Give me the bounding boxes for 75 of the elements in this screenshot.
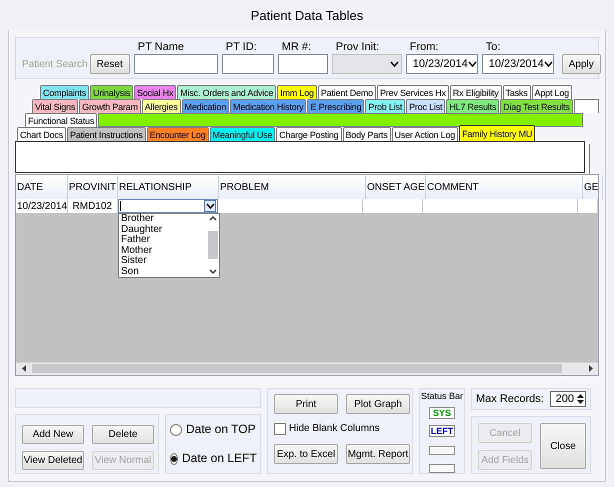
horizontal-scrollbar[interactable] [16,362,598,375]
field-label: Prov Init: [334,41,380,53]
hide-blank-columns-checkbox[interactable]: Hide Blank Columns [274,419,410,438]
vertical-scrollbar[interactable] [207,214,219,277]
tab[interactable]: Complaints [40,85,90,99]
apply-button[interactable]: Apply [562,54,601,74]
tab-panel-edge [574,99,599,113]
status-slot [429,446,455,455]
tab[interactable]: E Prescribing [307,99,364,113]
tab[interactable]: Rx Eligibility [450,85,502,99]
tab[interactable]: Urinalysis [90,85,134,99]
tab[interactable]: Charge Posting [276,127,342,141]
delete-button[interactable]: Delete [92,425,154,444]
tab[interactable]: Chart Docs [17,127,66,141]
tab[interactable]: Allergies [142,99,181,113]
tab[interactable]: Medication [182,99,230,113]
report-button[interactable]: Mgmt. Report [346,444,410,464]
date-picker[interactable]: 10/23/2014 [406,54,478,74]
radio-option[interactable]: Date on TOP [170,422,256,437]
add-new-button[interactable]: Add New [22,425,84,444]
tab[interactable]: Misc. Orders and Advice [177,85,276,99]
input-field[interactable] [278,54,328,74]
tab[interactable]: Encounter Log [146,127,209,141]
tab[interactable]: Tasks [502,85,531,99]
caret-icon [544,61,553,67]
tab[interactable]: Vital Signs [32,99,78,113]
tab[interactable]: Growth Param [79,99,141,113]
input-field[interactable] [222,54,274,74]
list-option[interactable]: Brother [119,214,207,224]
list-option[interactable]: Son [119,266,207,277]
tab[interactable]: Diag Test Results [500,99,573,113]
caret-icon [206,203,215,209]
tab[interactable]: Body Parts [342,127,391,141]
tab[interactable]: Meaningful Use [210,127,276,141]
field-label: PT Name [136,41,185,53]
plot-graph-button[interactable]: Plot Graph [346,394,410,414]
field-label: MR #: [280,41,312,53]
list-option[interactable]: Sister [119,256,207,266]
input-field[interactable] [134,54,218,74]
caret-icon [468,61,477,67]
status-badge: LEFT [429,425,455,437]
tab[interactable]: Imm Log [277,85,317,99]
close-button[interactable]: Close [540,423,586,469]
status-bar-label: Status Bar [420,391,464,401]
view-deleted-button[interactable]: View Deleted [22,451,84,470]
tab[interactable]: Prob List [365,99,406,113]
list-option[interactable]: Father [119,235,207,246]
tab[interactable]: User Action Log [392,127,458,141]
list-option[interactable]: Mother [119,246,207,256]
max-records-label: Max Records: [476,393,544,405]
reset-button[interactable]: Reset [90,54,130,74]
field-label: PT ID: [224,41,258,53]
tab[interactable]: Functional Status [25,113,98,127]
tab[interactable]: Patient Demo [318,85,376,99]
tab[interactable]: Proc List [406,99,446,113]
tab[interactable]: Medication History [230,99,306,113]
table-cell: 10/23/2014 [16,199,68,213]
field-label: To: [484,41,502,53]
caret-icon [390,61,399,67]
status-badge: SYS [429,407,455,419]
tab[interactable]: Social Hx [134,85,176,99]
number-spinner[interactable]: 200 [550,391,586,407]
radio-option[interactable]: Date on LEFT [170,451,256,466]
tab[interactable]: Patient Instructions [67,127,146,141]
list-option[interactable]: Daughter [119,224,207,235]
date-picker[interactable]: 10/23/2014 [482,54,554,74]
tab[interactable]: HL7 Results [446,99,500,113]
field-label: From: [408,41,440,53]
print-button[interactable]: Print [274,394,338,414]
window-title: Patient Data Tables [250,6,364,24]
tab[interactable]: Family History MU [459,125,536,141]
tab[interactable]: Prev Services Hx [376,85,449,99]
relationship-field[interactable] [118,199,218,213]
tab[interactable]: Appt Log [532,85,572,99]
export-excel-button[interactable]: Exp. to Excel [274,444,338,464]
